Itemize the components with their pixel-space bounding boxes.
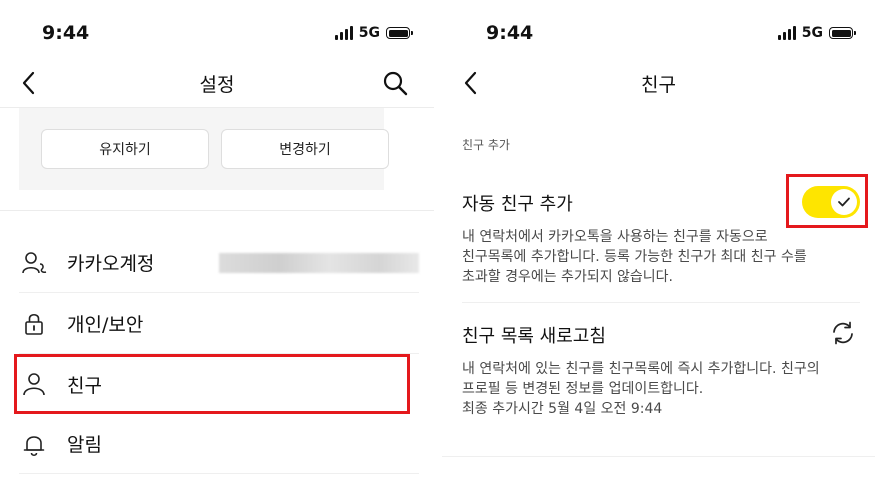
keep-button[interactable]: 유지하기 [41,129,209,169]
desc-line: 프로필 등 변경된 정보를 업데이트합니다. [462,381,704,397]
account-icon [22,251,47,273]
section-divider [0,210,434,211]
desc-line: 친구목록에 추가합니다. 등록 가능한 친구가 최대 친구 수를 [462,249,807,265]
change-button[interactable]: 변경하기 [221,129,389,169]
refresh-icon[interactable] [830,320,856,346]
highlight-toggle [786,174,868,228]
status-time: 9:44 [42,22,90,44]
status-indicators: 5G [777,25,856,41]
refresh-description: 내 연락처에 있는 친구를 친구목록에 즉시 추가합니다. 친구의 프로필 등 … [462,359,852,419]
highlight-friends [14,354,410,414]
friends-settings-screen: 9:44 5G 친구 친구 추가 자동 친구 추가 내 연락처에서 카카오톡을 … [442,0,875,479]
network-label: 5G [801,25,823,41]
auto-add-description: 내 연락처에서 카카오톡을 사용하는 친구를 자동으로 친구목록에 추가합니다.… [462,227,852,287]
refresh-title: 친구 목록 새로고침 [462,326,606,347]
menu-item-notifications[interactable]: 알림 [19,414,419,474]
search-icon[interactable] [382,70,408,96]
menu-label: 알림 [67,434,102,456]
battery-icon [829,27,856,39]
nav-bar: 친구 [442,60,875,106]
desc-line: 내 연락처에 있는 친구를 친구목록에 즉시 추가합니다. 친구의 [462,361,820,377]
menu-label: 개인/보안 [67,314,144,336]
account-notice-panel: 유지하기 변경하기 [19,108,389,190]
signal-icon [334,26,353,40]
status-time: 9:44 [486,22,534,44]
auto-add-title: 자동 친구 추가 [462,194,573,215]
menu-item-privacy-security[interactable]: 개인/보안 [19,294,419,354]
network-label: 5G [358,25,380,41]
settings-screen: 9:44 5G 설정 유지하기 변경하기 카카오계정 개인/보안 친구 알림 [0,0,434,479]
signal-icon [777,26,796,40]
menu-label: 카카오계정 [67,253,155,275]
blurred-account-info [219,253,419,273]
battery-icon [386,27,413,39]
status-indicators: 5G [334,25,413,41]
page-title: 설정 [199,74,235,96]
nav-bar: 설정 [0,60,434,106]
bell-icon [23,435,45,456]
setting-divider [462,302,860,303]
menu-item-kakao-account[interactable]: 카카오계정 [19,233,419,293]
screen-gap [434,0,442,479]
bottom-divider [442,456,875,457]
section-header: 친구 추가 [462,138,510,152]
desc-line: 최종 추가시간 5월 4일 오전 9:44 [462,401,663,417]
lock-icon [25,313,43,335]
page-title: 친구 [641,74,676,96]
desc-line: 내 연락처에서 카카오톡을 사용하는 친구를 자동으로 [462,229,768,245]
desc-line: 초과할 경우에는 추가되지 않습니다. [462,269,673,285]
